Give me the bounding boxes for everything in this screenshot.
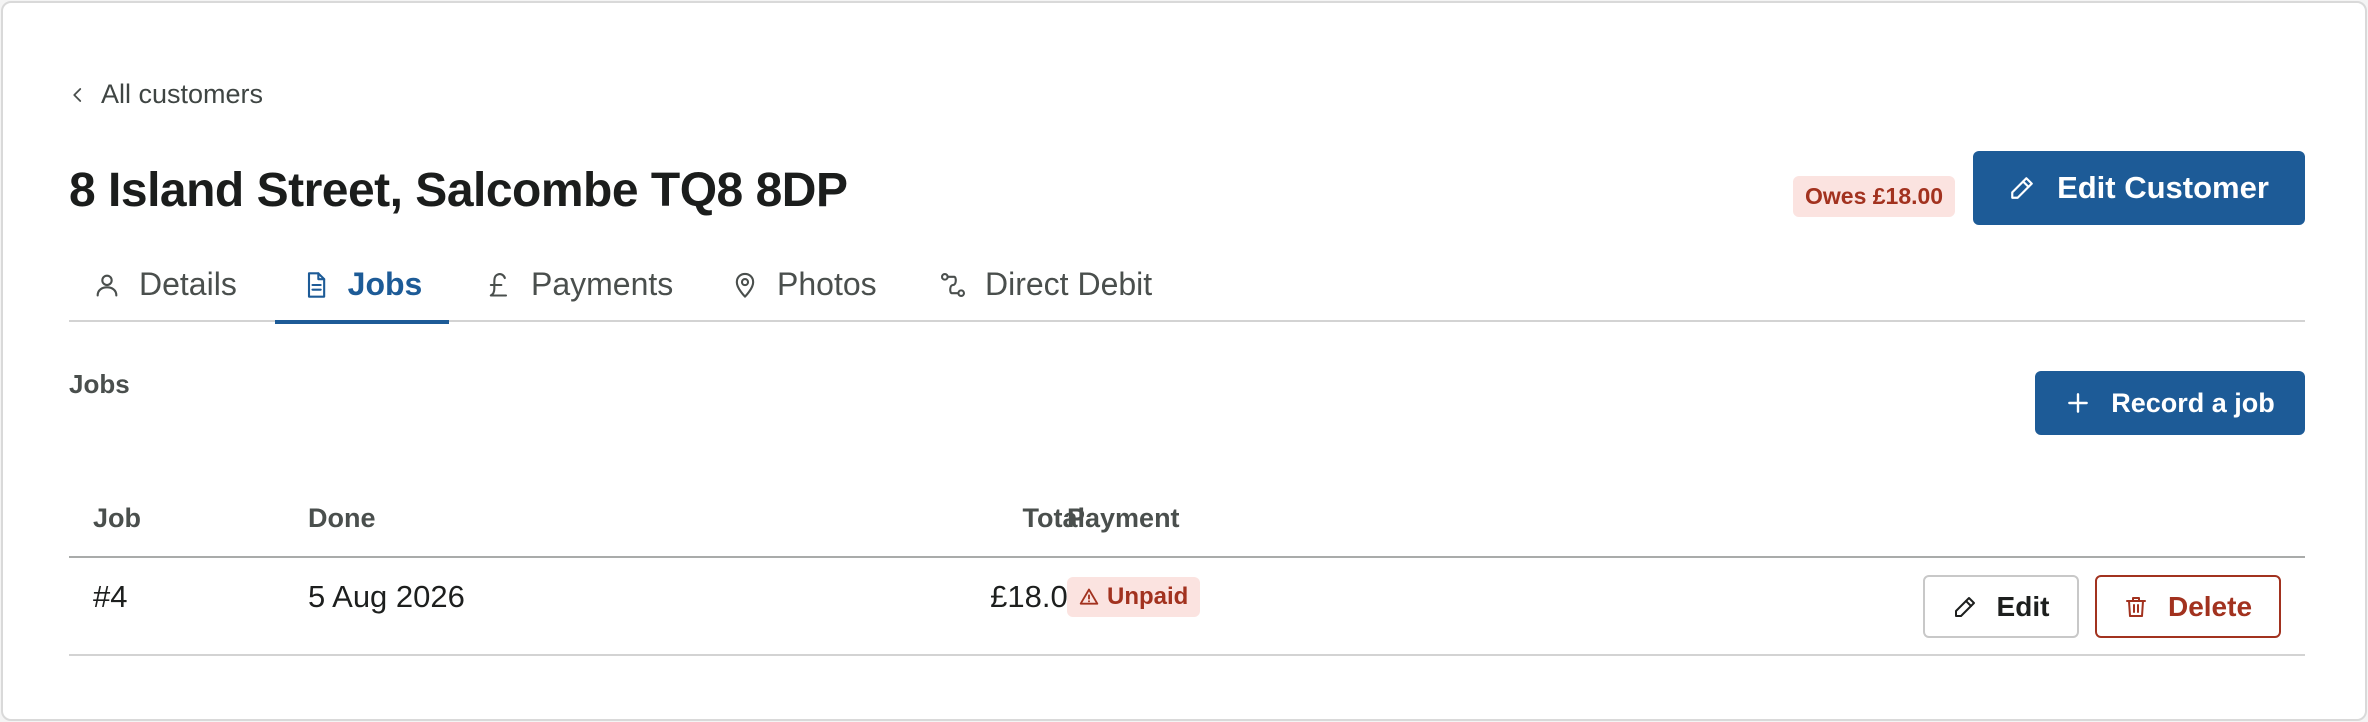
delete-job-label: Delete — [2167, 590, 2253, 622]
column-header-payment[interactable]: Payment — [1067, 503, 1180, 534]
table-header-divider — [69, 556, 2305, 558]
table-row-divider — [69, 654, 2305, 656]
pound-icon — [489, 272, 508, 297]
chevron-left-icon — [73, 87, 82, 102]
plus-icon — [2068, 393, 2089, 413]
record-job-label: Record a job — [2111, 387, 2275, 418]
page-content: All customers 8 Island Street, Salcombe … — [69, 3, 2305, 719]
record-job-button[interactable]: Record a job — [2035, 371, 2305, 435]
tab-jobs[interactable]: Jobs — [275, 247, 449, 324]
cell-job: #4 — [93, 579, 128, 614]
delete-job-button[interactable]: Delete — [2095, 575, 2281, 638]
tab-photos-label: Photos — [777, 266, 877, 302]
warning-icon — [1079, 588, 1099, 605]
back-link-label: All customers — [101, 79, 264, 109]
cell-done: 5 Aug 2026 — [308, 579, 465, 614]
edit-customer-button[interactable]: Edit Customer — [1973, 151, 2305, 225]
tab-direct-debit-label: Direct Debit — [985, 266, 1153, 302]
document-icon — [307, 271, 325, 298]
pencil-icon — [2011, 177, 2033, 199]
tab-details-label: Details — [139, 266, 237, 302]
tab-details[interactable]: Details — [93, 247, 237, 322]
tab-payments-label: Payments — [531, 266, 674, 302]
tab-payments[interactable]: Payments — [485, 247, 673, 322]
edit-job-button[interactable]: Edit — [1923, 575, 2079, 638]
jobs-section-title: Jobs — [69, 369, 130, 399]
column-header-job[interactable]: Job — [93, 503, 141, 534]
payment-status-label: Unpaid — [1107, 583, 1189, 610]
edit-customer-label: Edit Customer — [2057, 170, 2269, 205]
tab-direct-debit[interactable]: Direct Debit — [939, 247, 1152, 322]
tab-jobs-label: Jobs — [347, 266, 423, 302]
customer-page: All customers 8 Island Street, Salcombe … — [1, 1, 2367, 721]
map-pin-icon — [735, 272, 755, 298]
column-header-done[interactable]: Done — [308, 503, 376, 534]
pencil-icon — [1954, 596, 1975, 617]
trash-icon — [2125, 596, 2146, 617]
back-link[interactable]: All customers — [69, 79, 263, 110]
edit-job-label: Edit — [1996, 590, 2050, 622]
page-title: 8 Island Street, Salcombe TQ8 8DP — [69, 164, 848, 217]
payment-status-badge: Unpaid — [1067, 577, 1201, 617]
owes-badge: Owes £18.00 — [1793, 176, 1956, 217]
tab-photos[interactable]: Photos — [731, 247, 877, 322]
route-icon — [940, 272, 966, 297]
tab-bar: Details Jobs Payments Photos Direct Debi… — [69, 247, 2305, 324]
user-icon — [96, 274, 118, 297]
